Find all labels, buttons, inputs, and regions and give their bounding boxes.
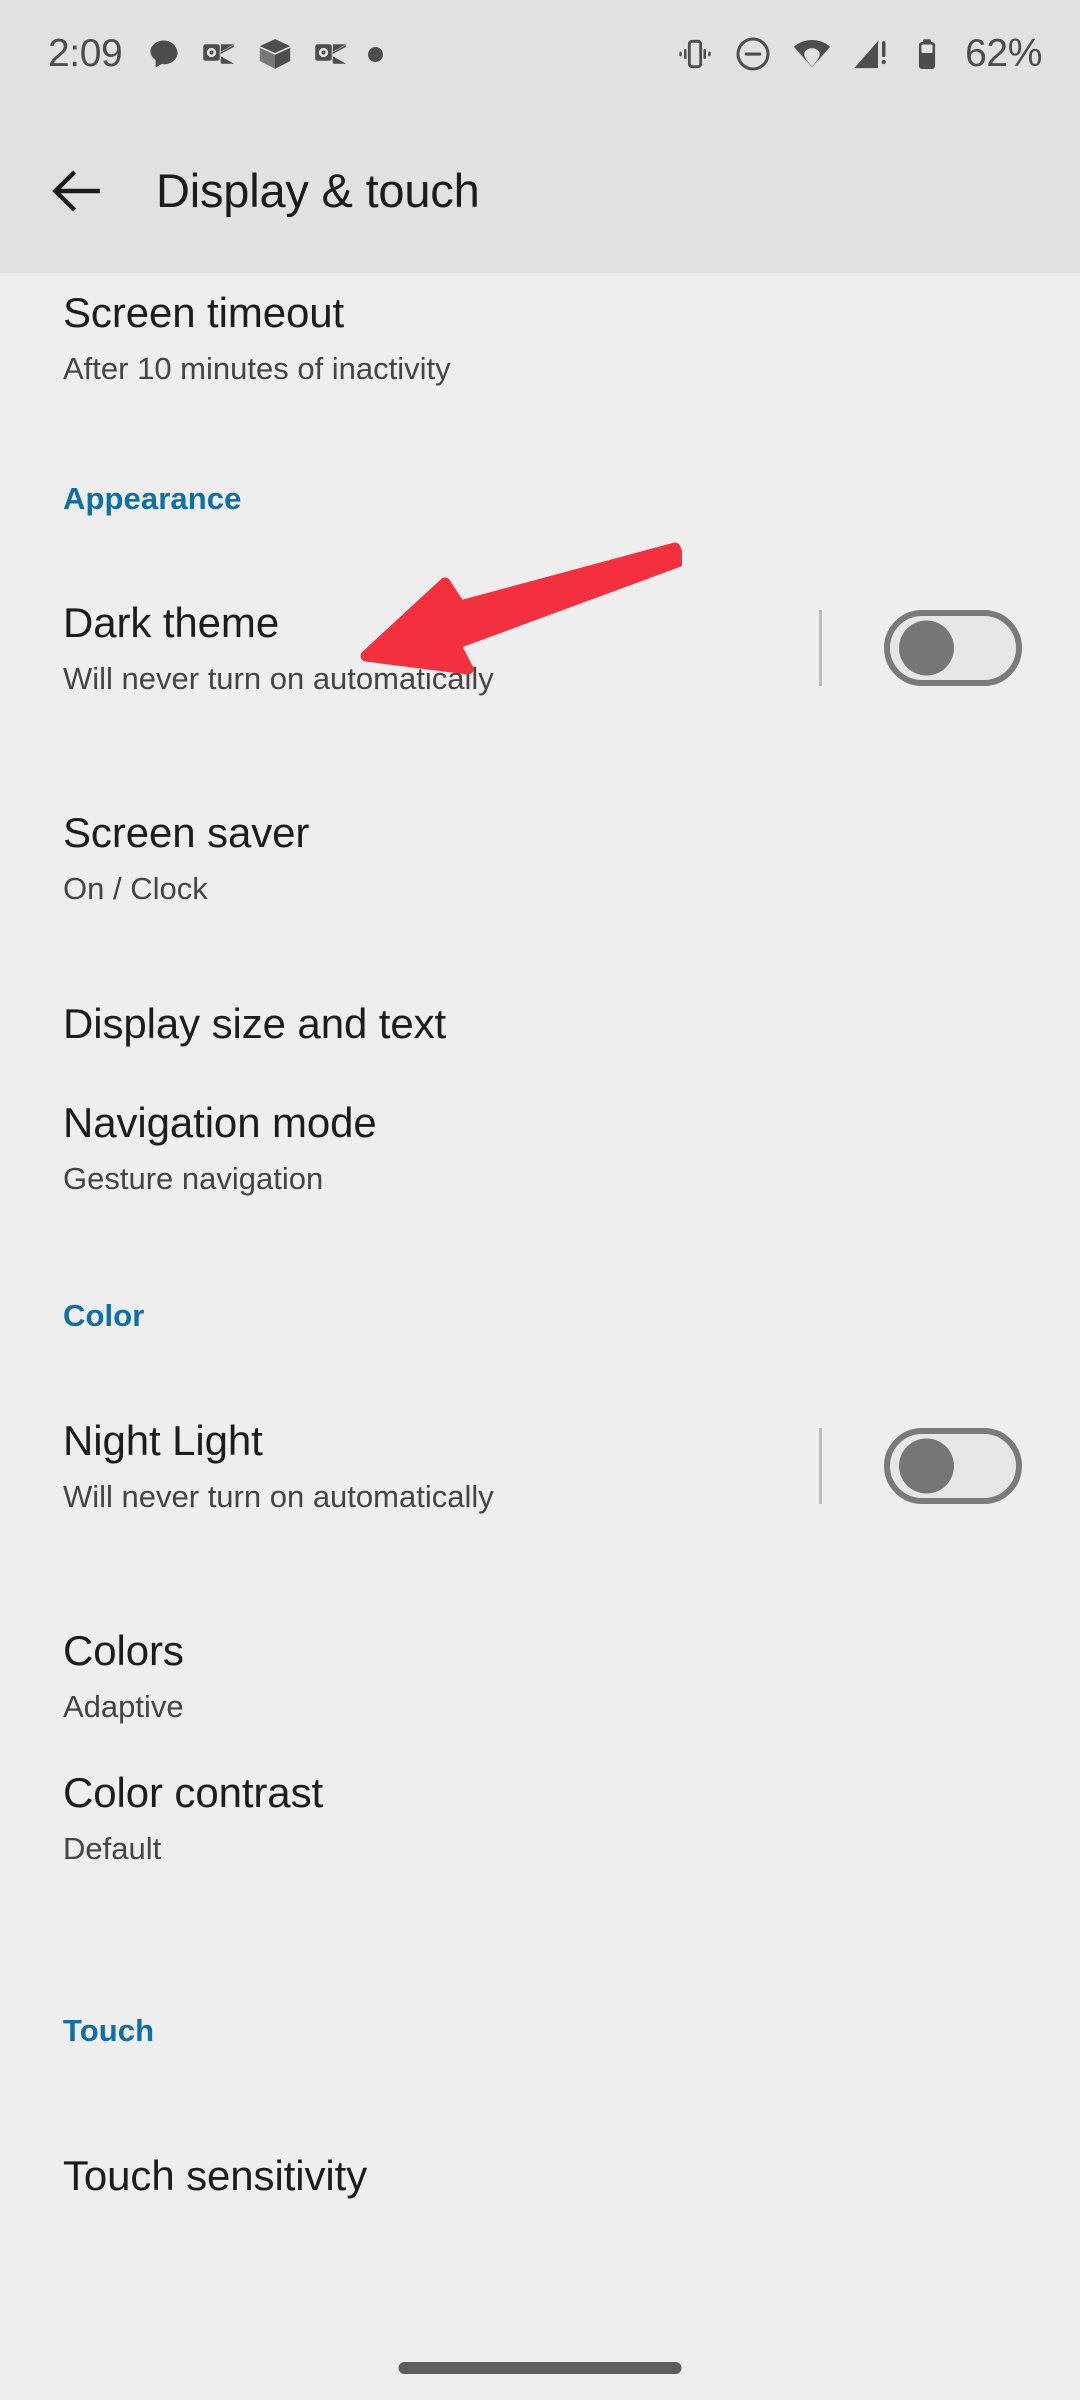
switch-area	[819, 568, 1080, 728]
list-item-title: Touch sensitivity	[63, 2151, 368, 2199]
section-header-appearance: Appearance	[63, 481, 242, 516]
settings-list[interactable]: Screen timeout After 10 minutes of inact…	[0, 273, 1080, 2400]
list-item-summary: Gesture navigation	[63, 1161, 324, 1197]
back-button[interactable]	[22, 136, 132, 246]
status-bar-right: 62%	[675, 32, 1042, 76]
list-item-title: Navigation mode	[63, 1098, 377, 1146]
list-item-touch-sensitivity[interactable]: Touch sensitivity	[0, 2101, 1080, 2251]
list-item-summary: Adaptive	[63, 1689, 184, 1725]
list-item-summary: Default	[63, 1831, 162, 1867]
list-item-title: Colors	[63, 1626, 184, 1674]
list-item-title: Night Light	[63, 1416, 263, 1464]
status-bar-left: 2:09	[48, 32, 384, 76]
page-title: Display & touch	[156, 164, 480, 217]
arrow-left-icon	[46, 160, 108, 222]
gesture-navigation-bar[interactable]	[398, 2362, 682, 2374]
battery-percent-label: 62%	[965, 32, 1042, 75]
toolbar: Display & touch	[0, 108, 1080, 273]
list-item-colors[interactable]: Colors Adaptive	[0, 1601, 1080, 1751]
list-item-summary: Will never turn on automatically	[63, 661, 494, 697]
list-item-text: Navigation mode Gesture navigation	[63, 1099, 1080, 1198]
wifi-icon	[791, 33, 833, 75]
chat-bubble-icon	[146, 36, 182, 72]
night-light-toggle[interactable]	[884, 1428, 1022, 1504]
list-item-summary: On / Clock	[63, 871, 208, 907]
section-header-color: Color	[63, 1298, 145, 1333]
outlook-icon	[313, 36, 349, 72]
list-item-text: Colors Adaptive	[63, 1627, 1080, 1726]
list-item-color-contrast[interactable]: Color contrast Default	[0, 1743, 1080, 1893]
list-item-text: Touch sensitivity	[63, 2152, 1080, 2201]
list-item-title: Screen saver	[63, 808, 310, 856]
cellular-signal-alert-icon	[851, 34, 891, 74]
list-item-screen-timeout[interactable]: Screen timeout After 10 minutes of inact…	[0, 273, 1080, 413]
dark-theme-toggle[interactable]	[884, 610, 1022, 686]
list-item-summary: Will never turn on automatically	[63, 1479, 494, 1515]
list-item-text: Display size and text	[63, 1000, 1080, 1049]
list-item-text: Dark theme Will never turn on automatica…	[63, 599, 819, 698]
toggle-thumb	[899, 620, 954, 676]
list-item-display-size-and-text[interactable]: Display size and text	[0, 969, 1080, 1079]
list-item-text: Color contrast Default	[63, 1769, 1080, 1868]
section-header-touch: Touch	[63, 2013, 155, 2048]
toggle-thumb	[899, 1438, 954, 1494]
list-item-navigation-mode[interactable]: Navigation mode Gesture navigation	[0, 1073, 1080, 1223]
list-item-text: Night Light Will never turn on automatic…	[63, 1417, 819, 1516]
vibrate-icon	[675, 34, 715, 74]
switch-divider	[819, 610, 822, 686]
list-item-text: Screen timeout After 10 minutes of inact…	[63, 289, 1080, 388]
status-bar: 2:09 62%	[0, 0, 1080, 108]
switch-area	[819, 1386, 1080, 1546]
list-item-text: Screen saver On / Clock	[63, 809, 1080, 908]
status-bar-clock: 2:09	[48, 32, 123, 75]
list-item-dark-theme[interactable]: Dark theme Will never turn on automatica…	[0, 568, 1080, 728]
list-item-summary: After 10 minutes of inactivity	[63, 351, 451, 387]
list-item-screen-saver[interactable]: Screen saver On / Clock	[0, 783, 1080, 933]
list-item-title: Display size and text	[63, 999, 447, 1047]
outlook-icon	[201, 36, 237, 72]
battery-icon	[909, 36, 945, 72]
list-item-title: Dark theme	[63, 598, 280, 646]
package-box-icon	[256, 35, 294, 73]
switch-divider	[819, 1428, 822, 1504]
list-item-title: Screen timeout	[63, 288, 345, 336]
list-item-night-light[interactable]: Night Light Will never turn on automatic…	[0, 1386, 1080, 1546]
notification-dot-icon	[368, 46, 384, 62]
list-item-title: Color contrast	[63, 1768, 324, 1816]
do-not-disturb-icon	[733, 34, 773, 74]
